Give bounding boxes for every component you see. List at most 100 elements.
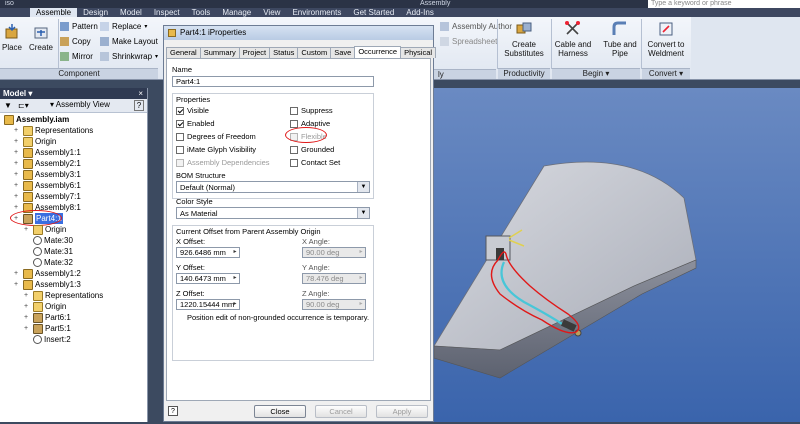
apply-button[interactable]: Apply [376,405,428,418]
tree-item[interactable]: + Representations [14,125,93,136]
graphics-viewport[interactable] [433,88,800,422]
assembly-view-dropdown[interactable]: ▾ Assembly View [50,100,110,109]
x-offset-field[interactable]: 926.6486 mm ▸ [176,247,240,258]
tree-item[interactable]: + Assembly6:1 [14,180,81,191]
contact-set-checkbox[interactable]: Contact Set [290,158,340,167]
place-button[interactable]: Place [0,23,24,52]
tab-view[interactable]: View [257,8,286,17]
expand-toggle-icon[interactable]: + [24,290,31,301]
tree-item[interactable]: Assembly.iam [4,114,69,125]
tab-manage[interactable]: Manage [216,8,257,17]
tree-item[interactable]: Insert:2 [24,334,71,345]
color-style-select[interactable]: As Material ▼ [176,207,370,219]
tab-get-started[interactable]: Get Started [347,8,400,17]
tree-item[interactable]: Mate:31 [24,246,73,257]
shrinkwrap-button[interactable]: Shrinkwrap ▾ [100,52,158,61]
expand-toggle-icon[interactable]: + [14,125,21,136]
expand-toggle-icon[interactable]: + [14,169,21,180]
suppress-checkbox[interactable]: Suppress [290,106,333,115]
help-search-input[interactable]: Type a keyword or phrase [648,0,800,8]
bom-structure-select[interactable]: Default (Normal) ▼ [176,181,370,193]
expand-toggle-icon[interactable]: + [24,312,31,323]
browser-help-icon[interactable]: ? [134,100,144,111]
dialog-tab-occurrence[interactable]: Occurrence [354,46,402,58]
cable-harness-button[interactable]: Cable and Harness [552,20,594,58]
expand-toggle-icon[interactable]: + [14,268,21,279]
substitutes-icon [516,22,532,34]
tree-item[interactable]: + Assembly1:1 [14,147,81,158]
expand-toggle-icon[interactable]: + [14,279,21,290]
convert-weldment-button[interactable]: Convert to Weldment [643,20,689,58]
tab-assemble[interactable]: Assemble [30,8,78,17]
tree-item[interactable]: + Assembly7:1 [14,191,81,202]
expand-toggle-icon[interactable]: + [14,191,21,202]
tube-pipe-button[interactable]: Tube and Pipe [599,20,641,58]
mirror-button[interactable]: Mirror [60,52,93,61]
tree-item[interactable]: + Part4:1 [10,210,63,226]
tab-tools[interactable]: Tools [186,8,217,17]
filter-icon[interactable]: ▼ [4,101,12,110]
dialog-tab-save[interactable]: Save [330,47,356,58]
hierarchy-icon[interactable]: ⊏▾ [18,101,29,110]
tree-item[interactable]: + Origin [14,136,56,147]
x-angle-field[interactable]: 90.00 deg ▸ [302,247,366,258]
tree-item[interactable]: + Origin [24,224,66,235]
tab-design[interactable]: Design [77,8,114,17]
dialog-help-icon[interactable]: ? [168,406,178,416]
tree-item[interactable]: + Part5:1 [24,323,71,334]
expand-toggle-icon[interactable]: + [14,147,21,158]
tree-item[interactable]: + Assembly3:1 [14,169,81,180]
dialog-tab-custom[interactable]: Custom [297,47,332,58]
assembly-author-button[interactable]: Assembly Author [440,22,512,31]
grounded-checkbox[interactable]: Grounded [290,145,334,154]
browser-close-icon[interactable]: × [138,89,143,98]
spreadsheet-button[interactable]: Spreadsheet [440,37,497,46]
replace-button[interactable]: Replace ▾ [100,22,147,31]
expand-toggle-icon[interactable]: + [24,301,31,312]
copy-button[interactable]: Copy [60,37,91,46]
tab-model[interactable]: Model [114,8,148,17]
dialog-tab-project[interactable]: Project [238,47,271,58]
create-button[interactable]: Create [27,23,55,52]
expand-toggle-icon[interactable]: + [24,323,31,334]
pattern-button[interactable]: Pattern [60,22,98,31]
close-button[interactable]: Close [254,405,306,418]
spin-arrow-icon[interactable]: ▸ [231,300,239,309]
spin-arrow-icon[interactable]: ▸ [231,248,239,257]
name-field[interactable]: Part4:1 [172,76,374,87]
imate-glyph-checkbox[interactable]: iMate Glyph Visibility [176,145,256,154]
tab-add-ins[interactable]: Add-Ins [400,8,440,17]
dialog-tab-physical[interactable]: Physical [400,47,437,58]
expand-toggle-icon[interactable]: + [14,158,21,169]
browser-title[interactable]: Model ▾ [3,89,32,98]
expand-toggle-icon[interactable]: + [14,136,21,147]
visible-checkbox[interactable]: Visible [176,106,209,115]
tree-item[interactable]: + Origin [24,301,66,312]
dof-checkbox[interactable]: Degrees of Freedom [176,132,256,141]
dialog-titlebar[interactable]: Part4:1 iProperties [164,26,433,40]
y-angle-field[interactable]: 78.476 deg ▸ [302,273,366,284]
assembly-dependencies-checkbox[interactable]: Assembly Dependencies [176,158,270,167]
spin-arrow-icon[interactable]: ▸ [231,274,239,283]
z-angle-field[interactable]: 90.00 deg ▸ [302,299,366,310]
tree-item[interactable]: Mate:30 [24,235,73,246]
z-offset-field[interactable]: 1220.15444 mm ▸ [176,299,240,310]
tree-item[interactable]: + Assembly1:2 [14,268,81,279]
tree-item[interactable]: + Assembly1:3 [14,279,81,290]
tree-item[interactable]: + Part6:1 [24,312,71,323]
expand-toggle-icon[interactable]: + [14,180,21,191]
tab-inspect[interactable]: Inspect [148,8,186,17]
cancel-button[interactable]: Cancel [315,405,367,418]
make-layout-button[interactable]: Make Layout [100,37,158,46]
tree-item[interactable]: + Representations [24,290,103,301]
y-offset-field[interactable]: 140.6473 mm ▸ [176,273,240,284]
create-substitutes-button[interactable]: Create Substitutes [503,20,545,58]
tree-item[interactable]: + Assembly2:1 [14,158,81,169]
enabled-checkbox[interactable]: Enabled [176,119,215,128]
expand-toggle-icon[interactable]: + [24,224,31,235]
tree-item[interactable]: Mate:32 [24,257,73,268]
dialog-tab-status[interactable]: Status [269,47,299,58]
dialog-tab-summary[interactable]: Summary [199,47,240,58]
tab-environments[interactable]: Environments [286,8,347,17]
dialog-tab-general[interactable]: General [166,47,201,58]
